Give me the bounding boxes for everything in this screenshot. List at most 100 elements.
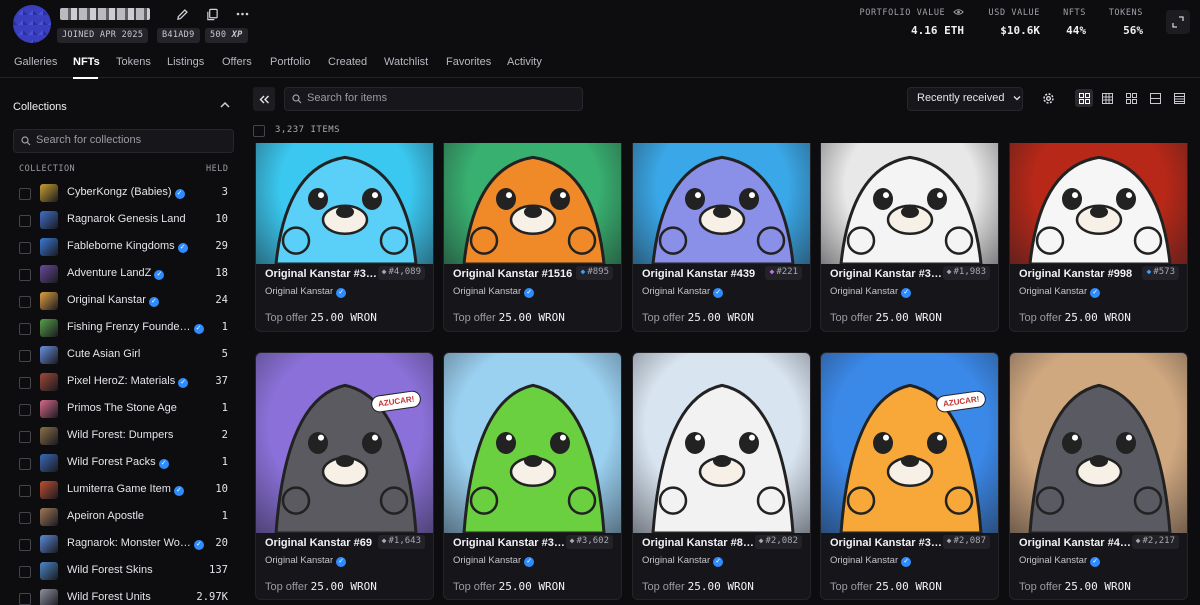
collection-search[interactable]: [13, 129, 234, 153]
tab-galleries[interactable]: Galleries: [14, 56, 57, 68]
nft-image[interactable]: AZUCAR!: [821, 353, 998, 533]
nft-image[interactable]: [633, 143, 810, 264]
collection-checkbox[interactable]: [19, 215, 31, 227]
collection-row[interactable]: Wild Forest: Dumpers 2: [0, 425, 246, 452]
collection-row[interactable]: Adventure LandZ ✓ 18: [0, 263, 246, 290]
nft-image[interactable]: [1010, 143, 1187, 264]
nft-name[interactable]: Original Kanstar #69: [265, 537, 372, 549]
nft-card[interactable]: Original Kanstar #1516 ◆ #895 Original Kans…: [443, 143, 622, 332]
address-badge[interactable]: B41AD9: [157, 28, 200, 43]
collection-checkbox[interactable]: [19, 512, 31, 524]
collection-row[interactable]: Wild Forest Skins 137: [0, 560, 246, 587]
nft-collection[interactable]: Original Kanstar: [265, 555, 333, 566]
copy-icon[interactable]: [204, 6, 220, 22]
tab-favorites[interactable]: Favorites: [446, 56, 491, 68]
nft-collection[interactable]: Original Kanstar: [1019, 555, 1087, 566]
tab-tokens[interactable]: Tokens: [116, 56, 151, 68]
collection-checkbox[interactable]: [19, 296, 31, 308]
collection-row[interactable]: Cute Asian Girl 5: [0, 344, 246, 371]
nft-card[interactable]: AZUCAR! Original Kanstar #3… ◆ #2,087 Origin…: [820, 352, 999, 600]
nft-name[interactable]: Original Kanstar #3…: [830, 268, 942, 280]
nft-name[interactable]: Original Kanstar #8…: [642, 537, 754, 549]
nft-card[interactable]: Original Kanstar #8… ◆ #2,082 Original Kans…: [632, 352, 811, 600]
collection-row[interactable]: Ragnarok Genesis Land 10: [0, 209, 246, 236]
collection-checkbox[interactable]: [19, 593, 31, 605]
nft-name[interactable]: Original Kanstar #998: [1019, 268, 1132, 280]
nft-collection[interactable]: Original Kanstar: [830, 286, 898, 297]
nft-image[interactable]: [1010, 353, 1187, 533]
collection-row[interactable]: Wild Forest Units 2.97K: [0, 587, 246, 605]
nft-image[interactable]: AZUCAR!: [256, 353, 433, 533]
edit-icon[interactable]: [174, 6, 190, 22]
nft-card[interactable]: AZUCAR! Original Kanstar #69 ◆ #1,643 Origin…: [255, 352, 434, 600]
nft-name[interactable]: Original Kanstar #3…: [453, 537, 565, 549]
collection-checkbox[interactable]: [19, 566, 31, 578]
collection-checkbox[interactable]: [19, 485, 31, 497]
tab-created[interactable]: Created: [328, 56, 367, 68]
collection-checkbox[interactable]: [19, 188, 31, 200]
sort-dropdown[interactable]: Recently received: [907, 87, 1023, 111]
grid-small-view-icon[interactable]: [1098, 89, 1116, 107]
nft-image[interactable]: [633, 353, 810, 533]
nft-collection[interactable]: Original Kanstar: [453, 286, 521, 297]
collection-row[interactable]: Primos The Stone Age 1: [0, 398, 246, 425]
item-search[interactable]: [284, 87, 583, 111]
collection-row[interactable]: Wild Forest Packs ✓ 1: [0, 452, 246, 479]
nft-card[interactable]: Original Kanstar #439 ◆ #221 Original Kanst…: [632, 143, 811, 332]
grid-mixed-view-icon[interactable]: [1122, 89, 1140, 107]
collection-checkbox[interactable]: [19, 323, 31, 335]
collection-checkbox[interactable]: [19, 431, 31, 443]
nft-collection[interactable]: Original Kanstar: [453, 555, 521, 566]
avatar[interactable]: [13, 5, 51, 43]
list-view-icon[interactable]: [1170, 89, 1188, 107]
nft-image[interactable]: [821, 143, 998, 264]
nft-name[interactable]: Original Kanstar #3…: [265, 268, 377, 280]
collection-checkbox[interactable]: [19, 377, 31, 389]
collection-checkbox[interactable]: [19, 350, 31, 362]
chevron-up-icon[interactable]: [220, 100, 230, 111]
nft-card[interactable]: Original Kanstar #3… ◆ #4,089 Original Kans…: [255, 143, 434, 332]
collection-row[interactable]: Lumiterra Game Item ✓ 10: [0, 479, 246, 506]
collection-row[interactable]: Apeiron Apostle 1: [0, 506, 246, 533]
nft-name[interactable]: Original Kanstar #3…: [830, 537, 942, 549]
nft-name[interactable]: Original Kanstar #439: [642, 268, 755, 280]
collection-row[interactable]: Original Kanstar ✓ 24: [0, 290, 246, 317]
tab-offers[interactable]: Offers: [222, 56, 252, 68]
collection-checkbox[interactable]: [19, 539, 31, 551]
nft-collection[interactable]: Original Kanstar: [265, 286, 333, 297]
item-search-input[interactable]: [307, 92, 567, 104]
nft-collection[interactable]: Original Kanstar: [830, 555, 898, 566]
grid-large-view-icon[interactable]: [1075, 89, 1093, 107]
collection-row[interactable]: Fableborne Kingdoms ✓ 29: [0, 236, 246, 263]
tab-watchlist[interactable]: Watchlist: [384, 56, 428, 68]
table-view-icon[interactable]: [1146, 89, 1164, 107]
nft-name[interactable]: Original Kanstar #1516: [453, 268, 572, 280]
nft-collection[interactable]: Original Kanstar: [1019, 286, 1087, 297]
nft-image[interactable]: [444, 143, 621, 264]
collection-checkbox[interactable]: [19, 458, 31, 470]
collection-row[interactable]: Pixel HeroZ: Materials ✓ 37: [0, 371, 246, 398]
nft-image[interactable]: [444, 353, 621, 533]
nft-image[interactable]: [256, 143, 433, 264]
nft-collection[interactable]: Original Kanstar: [642, 555, 710, 566]
nft-collection[interactable]: Original Kanstar: [642, 286, 710, 297]
nft-card[interactable]: Original Kanstar #3… ◆ #3,602 Original Kans…: [443, 352, 622, 600]
tab-activity[interactable]: Activity: [507, 56, 542, 68]
nft-card[interactable]: Original Kanstar #3… ◆ #1,983 Original Kans…: [820, 143, 999, 332]
collection-checkbox[interactable]: [19, 242, 31, 254]
select-all-checkbox[interactable]: [253, 125, 265, 137]
nft-card[interactable]: Original Kanstar #998 ◆ #573 Original Kanst…: [1009, 143, 1188, 332]
collection-checkbox[interactable]: [19, 269, 31, 281]
collection-row[interactable]: Ragnarok: Monster Wo… ✓ 20: [0, 533, 246, 560]
tab-nfts[interactable]: NFTs: [73, 56, 100, 68]
expand-icon[interactable]: [1166, 10, 1190, 34]
collapse-sidebar-button[interactable]: [253, 87, 275, 111]
nft-name[interactable]: Original Kanstar #4…: [1019, 537, 1131, 549]
more-icon[interactable]: [234, 6, 250, 22]
gear-icon[interactable]: [1039, 89, 1057, 107]
collection-row[interactable]: Fishing Frenzy Founde… ✓ 1: [0, 317, 246, 344]
collection-search-input[interactable]: [36, 134, 226, 146]
collection-checkbox[interactable]: [19, 404, 31, 416]
tab-portfolio[interactable]: Portfolio: [270, 56, 310, 68]
eye-icon[interactable]: [953, 8, 964, 16]
